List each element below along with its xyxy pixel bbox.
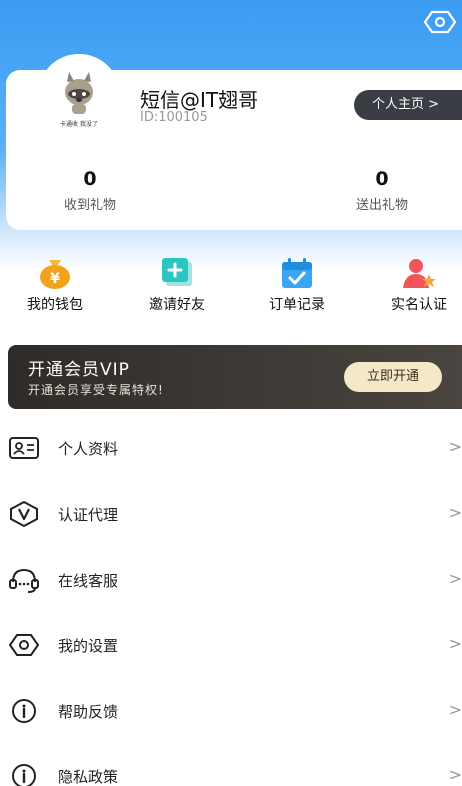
quick-invite[interactable]: 邀请好友 (122, 256, 232, 314)
eye-hexagon-icon (8, 634, 40, 656)
chevron-right-icon: > (448, 437, 462, 456)
vip-subtitle: 开通会员享受专属特权! (28, 383, 164, 397)
chevron-right-icon: > (448, 503, 462, 522)
id-card-icon (9, 437, 39, 459)
menu-item-settings[interactable]: 我的设置 > (0, 620, 462, 670)
info-icon (12, 764, 36, 786)
money-bag-icon: ¥ (40, 260, 70, 289)
menu-label-profile: 个人资料 (58, 440, 119, 458)
raccoon-avatar-icon: 卡通收 我没了 (38, 54, 120, 136)
quick-orders[interactable]: 订单记录 (242, 256, 352, 314)
chevron-right-icon: > (448, 765, 462, 784)
menu-label-settings: 我的设置 (58, 637, 119, 655)
menu-item-profile[interactable]: 个人资料 > (0, 423, 462, 473)
stat-received-gifts[interactable]: 0 收到礼物 (40, 168, 140, 213)
vip-title: 开通会员VIP (28, 360, 130, 380)
quick-verify[interactable]: 实名认证 (364, 256, 462, 314)
svg-text:¥: ¥ (50, 271, 60, 287)
info-icon (12, 699, 36, 723)
invite-icon (162, 258, 192, 286)
svg-text:卡通收 我没了: 卡通收 我没了 (60, 120, 98, 128)
chevron-right-icon: > (448, 700, 462, 719)
wallet-label: 我的钱包 (27, 297, 83, 313)
chevron-right-icon: > (448, 634, 462, 653)
user-star-icon (403, 259, 436, 288)
received-count: 0 (83, 168, 97, 190)
vip-open-button[interactable]: 立即开通 (344, 362, 442, 392)
quick-wallet[interactable]: ¥ 我的钱包 (0, 256, 110, 314)
v-shield-icon (10, 501, 38, 527)
received-label: 收到礼物 (63, 198, 116, 213)
orders-label: 订单记录 (269, 297, 325, 313)
avatar[interactable]: 卡通收 我没了 (38, 54, 120, 136)
sent-label: 送出礼物 (355, 198, 408, 213)
chevron-right-icon: > (448, 569, 462, 588)
invite-label: 邀请好友 (149, 297, 205, 313)
menu-item-support[interactable]: 在线客服 > (0, 555, 462, 605)
verify-label: 实名认证 (391, 297, 447, 313)
menu-label-privacy: 隐私政策 (58, 768, 119, 786)
menu-item-privacy[interactable]: 隐私政策 > (0, 751, 462, 786)
user-id: ID:100105 (140, 110, 208, 125)
menu-label-support: 在线客服 (58, 572, 119, 590)
sent-count: 0 (375, 168, 389, 190)
stat-sent-gifts[interactable]: 0 送出礼物 (332, 168, 432, 213)
homepage-button[interactable]: 个人主页 > (354, 90, 462, 120)
menu-item-help[interactable]: 帮助反馈 > (0, 686, 462, 736)
vip-banner[interactable]: 开通会员VIP 开通会员享受专属特权! 立即开通 (8, 345, 462, 409)
menu-label-help: 帮助反馈 (58, 703, 119, 721)
settings-eye-icon[interactable] (424, 10, 456, 34)
calendar-check-icon (282, 258, 312, 288)
menu-item-agent[interactable]: 认证代理 > (0, 489, 462, 539)
headset-icon (9, 568, 39, 593)
username: 短信@IT翅哥 (140, 88, 259, 112)
menu-label-agent: 认证代理 (58, 506, 119, 524)
